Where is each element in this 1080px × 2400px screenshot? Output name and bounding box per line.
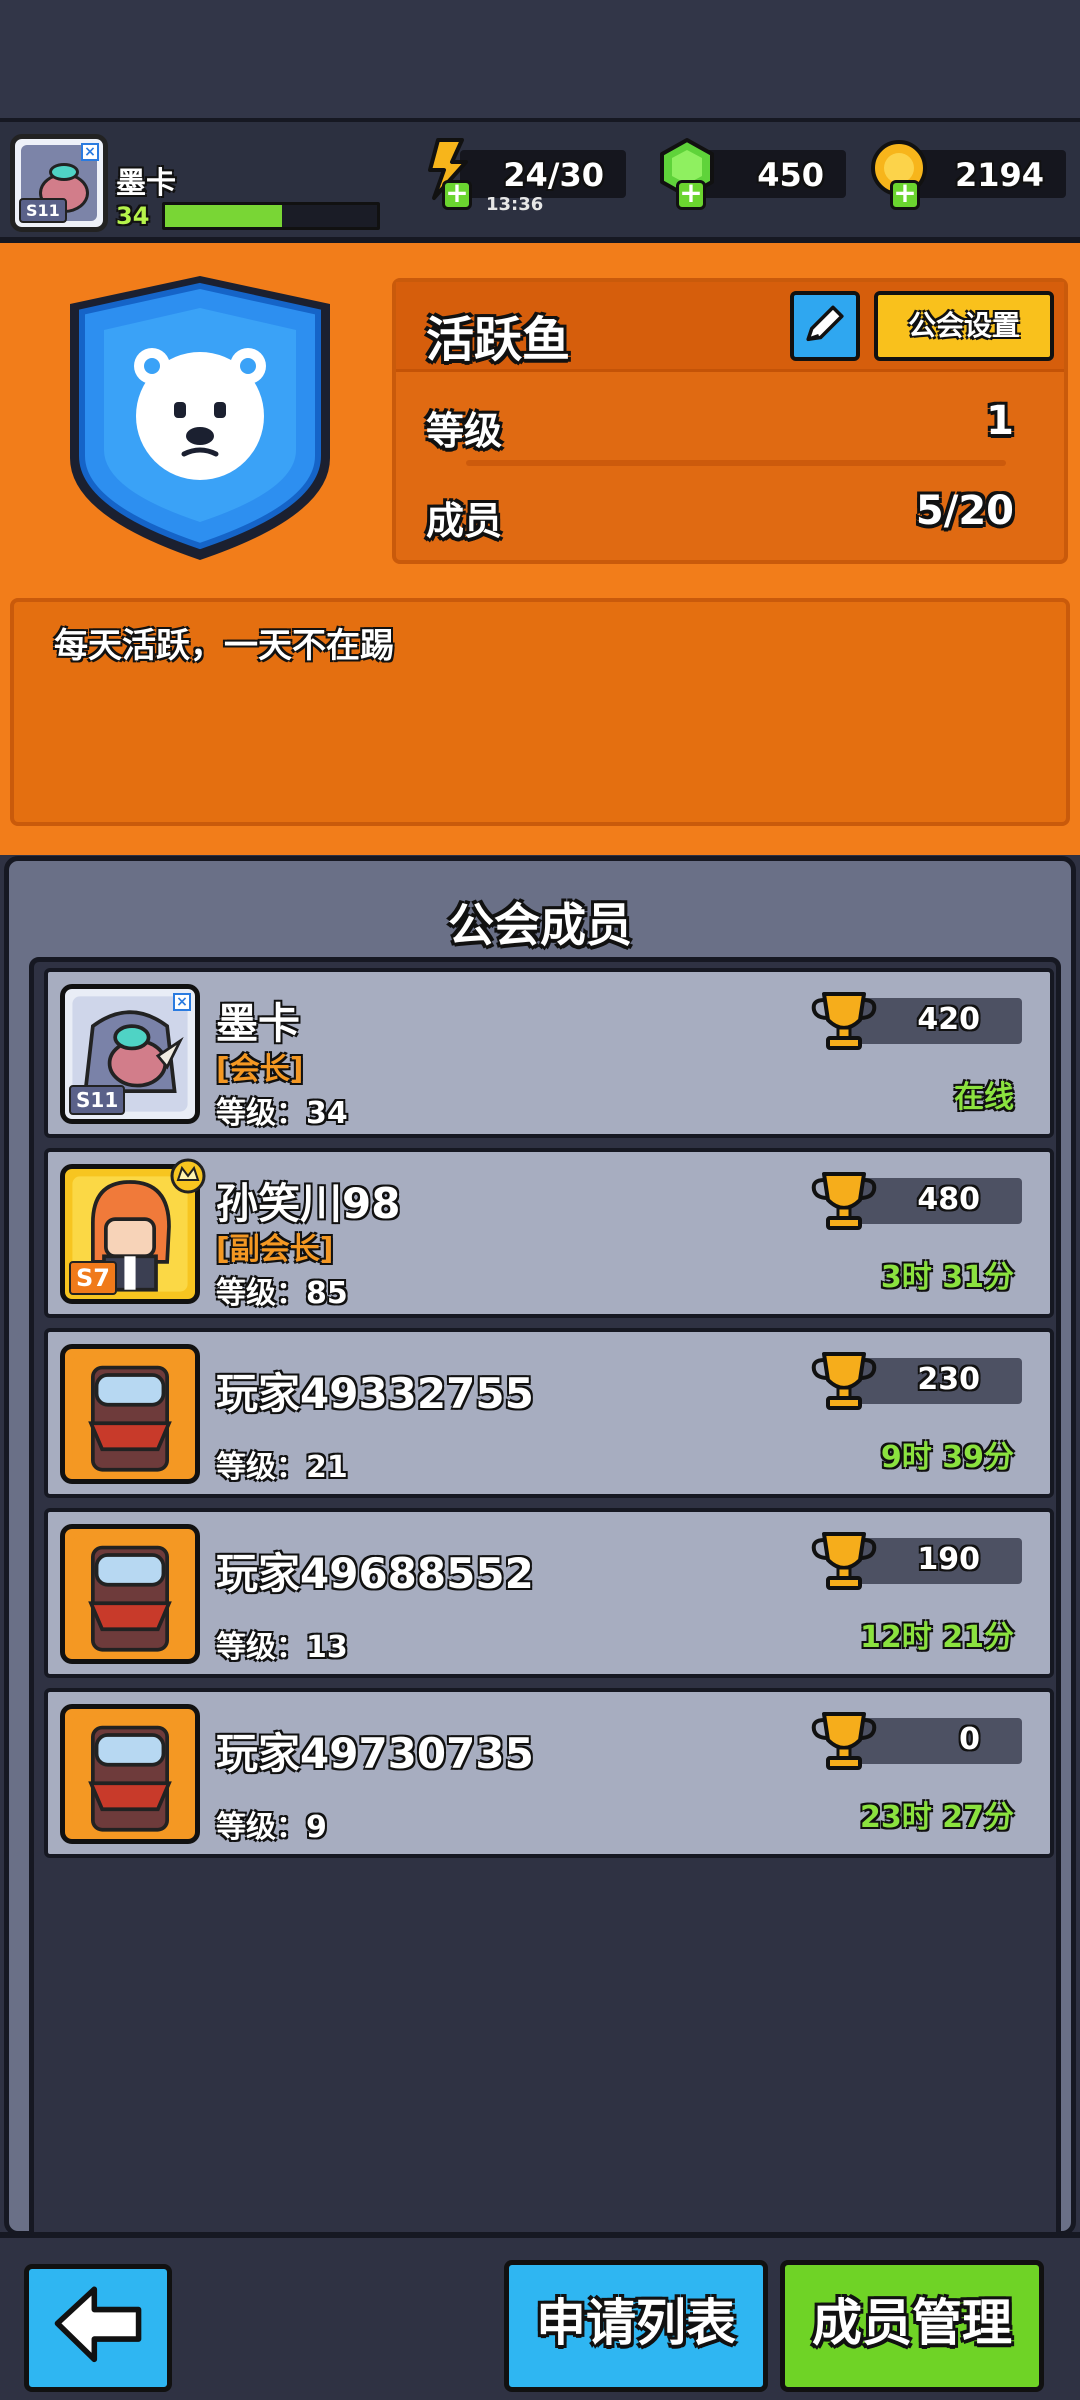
- trophy-value: 190: [917, 1542, 980, 1577]
- default-avatar-icon: [72, 1356, 188, 1472]
- member-name: 玩家49730735: [216, 1729, 534, 1778]
- member-name: 玩家49688552: [216, 1549, 534, 1598]
- members-list[interactable]: × S11 墨卡 [会长] 等级：34 420 在线 S7 孙笑川98 [副会长…: [29, 957, 1061, 2247]
- trophy-icon: [811, 1172, 877, 1230]
- trophy-icon: [811, 1712, 877, 1770]
- status-bar: [0, 0, 1080, 118]
- guild-description: 每天活跃，一天不在踢: [54, 626, 394, 666]
- close-icon: ×: [173, 993, 191, 1011]
- apply-list-button[interactable]: 申请列表: [504, 2260, 768, 2392]
- member-row[interactable]: 玩家49688552 等级：13 190 12时 21分: [44, 1508, 1054, 1678]
- member-avatar: × S11: [60, 984, 200, 1124]
- trophy-icon: [811, 1352, 877, 1410]
- member-row[interactable]: 玩家49730735 等级：9 0 23时 27分: [44, 1688, 1054, 1858]
- guild-members-label: 成员: [426, 499, 503, 543]
- member-role: [副会长]: [216, 1232, 334, 1267]
- player-level: 34: [116, 202, 150, 230]
- member-avatar: [60, 1524, 200, 1664]
- members-panel: 公会成员 × S11 墨卡 [会长] 等级：34 420 在线 S7 孙笑川98…: [4, 856, 1076, 2247]
- edit-guild-button[interactable]: [790, 291, 860, 361]
- back-button[interactable]: [24, 2264, 172, 2392]
- gem-value: 450: [757, 156, 824, 194]
- member-status: 9时 39分: [880, 1440, 1014, 1475]
- coin-value: 2194: [954, 156, 1044, 194]
- trophy-value: 230: [917, 1362, 980, 1397]
- add-energy-button[interactable]: +: [442, 179, 472, 210]
- guild-level-value: 1: [986, 398, 1014, 444]
- close-icon: ×: [81, 143, 99, 161]
- member-row[interactable]: 玩家49332755 等级：21 230 9时 39分: [44, 1328, 1054, 1498]
- avatar-goggle: [49, 163, 79, 181]
- bottom-bar: 申请列表 成员管理: [0, 2232, 1080, 2400]
- guild-emblem-icon[interactable]: [60, 268, 340, 568]
- member-name: 玩家49332755: [216, 1369, 534, 1418]
- top-resource-bar: × S11 墨卡 34 24/30 + 13:36 450 + 2194 +: [0, 118, 1080, 243]
- default-avatar-icon: [72, 1536, 188, 1652]
- xp-bar: [162, 202, 380, 230]
- member-role: [会长]: [216, 1052, 304, 1087]
- member-status: 3时 31分: [880, 1260, 1014, 1295]
- guild-info-box: 活跃鱼 公会设置 等级 1 成员 5/20: [392, 278, 1068, 564]
- energy-value: 24/30: [503, 156, 604, 194]
- player-name: 墨卡: [116, 166, 176, 201]
- member-name: 孙笑川98: [216, 1179, 401, 1228]
- guild-settings-button[interactable]: 公会设置: [874, 291, 1054, 361]
- player-avatar[interactable]: × S11: [10, 134, 108, 232]
- energy-timer: 13:36: [486, 194, 544, 215]
- guild-name: 活跃鱼: [426, 312, 571, 368]
- guild-description-box: 每天活跃，一天不在踢: [10, 598, 1070, 826]
- member-status: 23时 27分: [860, 1800, 1014, 1835]
- divider: [466, 460, 1006, 466]
- member-avatar: [60, 1344, 200, 1484]
- member-name: 墨卡: [216, 999, 301, 1048]
- member-row[interactable]: S7 孙笑川98 [副会长] 等级：85 480 3时 31分: [44, 1148, 1054, 1318]
- member-status: 在线: [954, 1080, 1014, 1115]
- guild-level-label: 等级: [426, 409, 503, 453]
- pencil-icon: [806, 305, 844, 342]
- arrow-left-icon: [54, 2286, 142, 2363]
- member-status: 12时 21分: [860, 1620, 1014, 1655]
- energy-counter: 24/30: [460, 150, 626, 198]
- xp-fill: [165, 205, 282, 227]
- season-badge: S7: [69, 1261, 117, 1295]
- trophy-value: 420: [917, 1002, 980, 1037]
- trophy-icon: [811, 992, 877, 1050]
- trophy-value: 480: [917, 1182, 980, 1217]
- season-badge: S11: [69, 1085, 126, 1115]
- member-level: 等级：9: [216, 1810, 327, 1845]
- member-level: 等级：21: [216, 1450, 348, 1485]
- member-level: 等级：34: [216, 1096, 348, 1131]
- guild-name-row: 活跃鱼 公会设置: [396, 282, 1064, 372]
- member-level: 等级：85: [216, 1276, 348, 1311]
- trophy-value: 0: [959, 1722, 980, 1757]
- guild-members-value: 5/20: [915, 488, 1014, 534]
- member-level: 等级：13: [216, 1630, 348, 1665]
- season-badge: S11: [19, 198, 67, 223]
- add-gems-button[interactable]: +: [676, 179, 706, 210]
- trophy-icon: [811, 1532, 877, 1590]
- member-avatar: [60, 1704, 200, 1844]
- default-avatar-icon: [72, 1716, 188, 1832]
- member-row[interactable]: × S11 墨卡 [会长] 等级：34 420 在线: [44, 968, 1054, 1138]
- members-title: 公会成员: [448, 898, 632, 952]
- crown-icon: [170, 1158, 206, 1194]
- member-manage-button[interactable]: 成员管理: [780, 2260, 1044, 2392]
- add-coins-button[interactable]: +: [890, 179, 920, 210]
